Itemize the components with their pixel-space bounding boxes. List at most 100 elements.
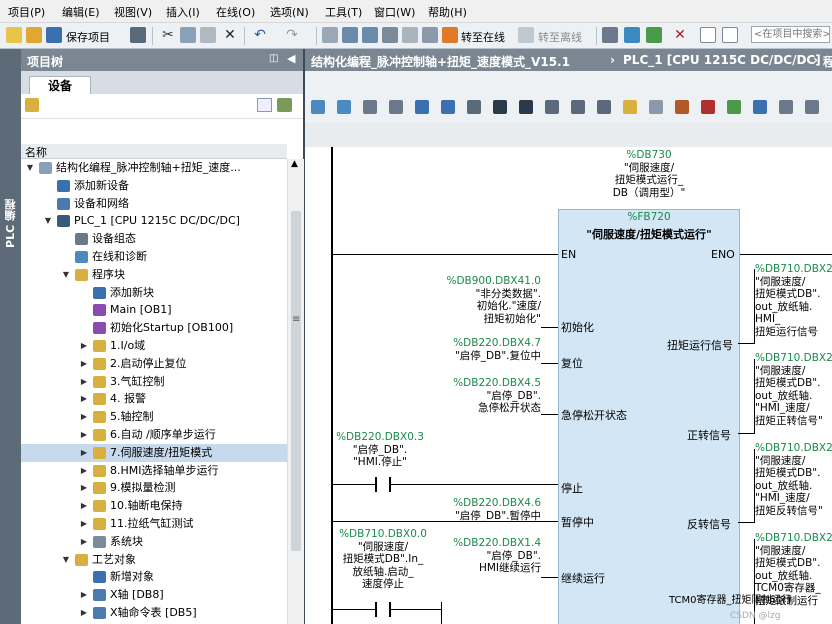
tree-item[interactable]: 设备和网络: [21, 195, 287, 213]
collapse-arrow-icon[interactable]: ▶: [79, 373, 89, 391]
menu-project[interactable]: 项目(P): [8, 4, 45, 20]
toggle-comments-icon[interactable]: [805, 100, 819, 114]
collapse-arrow-icon[interactable]: ▶: [79, 533, 89, 551]
undo-icon[interactable]: ↶: [252, 27, 268, 43]
close-branch-icon[interactable]: [597, 100, 611, 114]
upload-icon[interactable]: [362, 27, 378, 43]
tree-item[interactable]: ▶ 6.自动 /顺序单步运行: [21, 426, 287, 444]
collapse-arrow-icon[interactable]: ▶: [79, 586, 89, 604]
delete-icon[interactable]: ✕: [222, 27, 238, 43]
cut-icon[interactable]: ✂: [160, 27, 176, 43]
operand-stop[interactable]: %DB220.DBX0.3 "启停_DB". "HMI.停止": [335, 431, 425, 469]
open-project-icon[interactable]: [26, 27, 42, 43]
redo-icon[interactable]: ↷: [284, 27, 300, 43]
download-icon[interactable]: [342, 27, 358, 43]
menu-edit[interactable]: 编辑(E): [62, 4, 100, 20]
tree-item[interactable]: 添加新块: [21, 284, 287, 302]
go-online-icon[interactable]: [442, 27, 458, 43]
new-folder-icon[interactable]: [25, 98, 39, 112]
collapse-arrow-icon[interactable]: ▶: [79, 515, 89, 533]
delete-network-icon[interactable]: [337, 100, 351, 114]
expand-arrow-icon[interactable]: ▼: [43, 212, 53, 230]
collapse-arrow-icon[interactable]: ▶: [79, 390, 89, 408]
expand-arrow-icon[interactable]: ▼: [61, 551, 71, 569]
insert-network-icon[interactable]: [311, 100, 325, 114]
split-horizontal-icon[interactable]: [700, 27, 716, 43]
tree-item[interactable]: 设备组态: [21, 230, 287, 248]
fb-block[interactable]: %FB720 "伺服速度/扭矩模式运行" EN ENO 初始化 复位 急停松开状…: [558, 209, 792, 624]
tab-devices[interactable]: 设备: [29, 76, 91, 95]
tree-item[interactable]: ▶ 3.气缸控制: [21, 373, 287, 391]
tree-item[interactable]: ▶ 7.伺服速度/扭矩模式: [21, 443, 287, 462]
close-editor-icon[interactable]: ✕: [672, 27, 688, 43]
project-search-input[interactable]: <在项目中搜索>: [751, 26, 830, 43]
coil-icon[interactable]: [519, 100, 533, 114]
collapse-arrow-icon[interactable]: ▶: [79, 462, 89, 480]
accessible-devices-icon[interactable]: [602, 27, 618, 43]
split-vertical-icon[interactable]: [722, 27, 738, 43]
breadcrumb-plc[interactable]: PLC_1 [CPU 1215C DC/DC/DC]: [623, 53, 821, 67]
tree-scrollbar[interactable]: ▲ ≡: [287, 159, 304, 624]
collapse-arrow-icon[interactable]: ▶: [79, 479, 89, 497]
new-project-icon[interactable]: [6, 27, 22, 43]
tree-item[interactable]: ▶ 8.HMI选择轴单步运行: [21, 462, 287, 480]
tree-item[interactable]: ▶ X轴 [DB8]: [21, 586, 287, 604]
expand-arrow-icon[interactable]: ▼: [25, 159, 35, 177]
jump-icon[interactable]: [701, 100, 715, 114]
tree-item[interactable]: ▶ X轴命令表 [DB5]: [21, 604, 287, 622]
breadcrumb-block[interactable]: 程: [823, 53, 832, 70]
operand-torque-run[interactable]: %DB710.DBX2. "伺服速度/ 扭矩模式DB". out_放纸轴. HM…: [755, 263, 832, 338]
collapse-arrow-icon[interactable]: ▶: [79, 355, 89, 373]
network-comment-icon[interactable]: [389, 100, 403, 114]
operand-estop-released[interactable]: %DB220.DBX4.5 "启停_DB". 急停松开状态: [433, 377, 541, 415]
tree-item[interactable]: 新增对象: [21, 568, 287, 586]
contact-no-start[interactable]: [375, 602, 377, 617]
menu-online[interactable]: 在线(O): [216, 4, 255, 20]
monitor-off-icon[interactable]: [753, 100, 767, 114]
tree-item[interactable]: ▼ 程序块: [21, 266, 287, 284]
compare-icon[interactable]: [779, 100, 793, 114]
tree-item[interactable]: 在线和诊断: [21, 248, 287, 266]
collapse-arrow-icon[interactable]: ▶: [79, 444, 89, 462]
expand-arrow-icon[interactable]: ▼: [61, 266, 71, 284]
tree-item[interactable]: ▶ 11.拉纸气缸测试: [21, 515, 287, 533]
call-structure-icon[interactable]: [675, 100, 689, 114]
open-branch-icon[interactable]: [571, 100, 585, 114]
plc-programming-strip[interactable]: PLC 编程: [0, 49, 21, 624]
operand-reset[interactable]: %DB220.DBX4.7 "启停_DB".复位中: [433, 337, 541, 362]
go-offline-icon[interactable]: [518, 27, 534, 43]
collapse-arrow-icon[interactable]: ▶: [79, 408, 89, 426]
breadcrumb-project[interactable]: 结构化编程_脉冲控制轴+扭矩_速度模式_V15.1: [311, 53, 570, 70]
absolute-address-icon[interactable]: [649, 100, 663, 114]
tree-item[interactable]: ▼ PLC_1 [CPU 1215C DC/DC/DC]: [21, 212, 287, 230]
contact-icon[interactable]: [493, 100, 507, 114]
box-icon[interactable]: [545, 100, 559, 114]
tree-item[interactable]: ▶ 5.轴控制: [21, 408, 287, 426]
paste-icon[interactable]: [200, 27, 216, 43]
monitor-on-icon[interactable]: [727, 100, 741, 114]
collapse-arrow-icon[interactable]: ▶: [79, 426, 89, 444]
scroll-up-icon[interactable]: ▲: [291, 159, 298, 169]
tree-item[interactable]: ▶ 1.I/o域: [21, 337, 287, 355]
menu-help[interactable]: 帮助(H): [428, 4, 467, 20]
compile-icon[interactable]: [322, 27, 338, 43]
save-project-icon[interactable]: [46, 27, 62, 43]
operand-start-speed-stop[interactable]: %DB710.DBX0.0 "伺服速度/ 扭矩模式DB".In_ 放纸轴.启动_…: [335, 528, 431, 591]
tree-item[interactable]: ▶ 9.模拟量检测: [21, 479, 287, 497]
goto-network-icon[interactable]: [363, 100, 377, 114]
operand-tcm0-torque-limit[interactable]: %DB710.DBX2. "伺服速度/ 扭矩模式DB". out_放纸轴. TC…: [755, 532, 832, 607]
tree-item[interactable]: Main [OB1]: [21, 301, 287, 319]
branch-icon[interactable]: [467, 100, 481, 114]
tree-item[interactable]: ▼ 工艺对象: [21, 551, 287, 569]
print-icon[interactable]: [130, 27, 146, 43]
scroll-thumb[interactable]: [291, 211, 301, 551]
operand-initialize[interactable]: %DB900.DBX41.0 "非分类数据". 初始化."速度/ 扭矩初始化": [433, 275, 541, 325]
collapse-arrow-icon[interactable]: ▶: [79, 497, 89, 515]
tree-item[interactable]: 初始化Startup [OB100]: [21, 319, 287, 337]
operand-reverse[interactable]: %DB710.DBX2. "伺服速度/ 扭矩模式DB". out_放纸轴. "H…: [755, 442, 832, 517]
overview-icon[interactable]: [257, 98, 272, 112]
close-all-icon[interactable]: [441, 100, 455, 114]
menu-options[interactable]: 选项(N): [270, 4, 309, 20]
tree-item[interactable]: 添加新设备: [21, 177, 287, 195]
device-icon[interactable]: [422, 27, 438, 43]
